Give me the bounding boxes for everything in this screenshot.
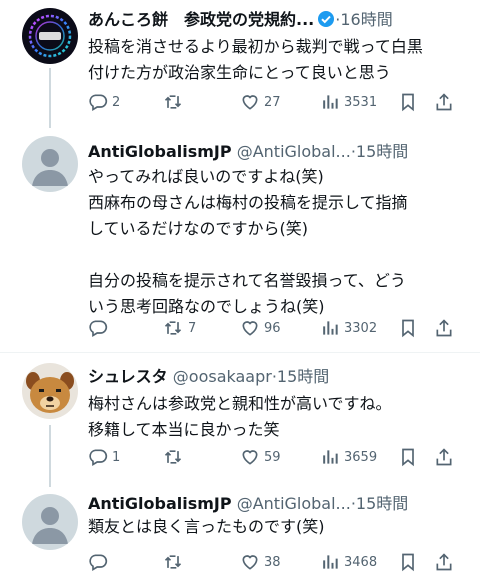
avatar[interactable]: [22, 136, 78, 192]
views-chart-icon: [323, 450, 338, 464]
view-count: 3302: [344, 320, 378, 336]
timestamp[interactable]: 15時間: [356, 142, 408, 161]
views-button[interactable]: 3659: [320, 445, 377, 469]
user-handle[interactable]: @AntiGlobal...: [237, 494, 351, 513]
reply-button[interactable]: 2: [88, 90, 120, 114]
heart-icon: [242, 555, 258, 570]
share-button[interactable]: [434, 445, 454, 469]
view-count: 3468: [344, 554, 378, 570]
heart-icon: [242, 321, 258, 336]
view-count: 3659: [344, 449, 378, 465]
tweet-header: AntiGlobalismJP @AntiGlobal...·15時間: [88, 492, 472, 516]
action-bar: 1 59 3659: [88, 445, 468, 469]
retweet-button[interactable]: 7: [162, 316, 196, 340]
timestamp[interactable]: 15時間: [356, 494, 408, 513]
bookmark-icon: [402, 93, 414, 112]
user-handle[interactable]: @oosakaapr: [173, 367, 272, 386]
default-profile-icon: [32, 149, 68, 186]
retweet-icon: [164, 450, 182, 464]
like-count: 59: [264, 449, 281, 465]
tweet-header: AntiGlobalismJP @AntiGlobal...·15時間: [88, 140, 472, 164]
tweet-4[interactable]: AntiGlobalismJP @AntiGlobal...·15時間 類友とは…: [0, 486, 480, 586]
views-button[interactable]: 3468: [320, 550, 377, 574]
share-icon: [436, 319, 452, 337]
tweet-header: シュレスタ @oosakaapr·15時間: [88, 365, 472, 389]
display-name[interactable]: シュレスタ: [88, 367, 168, 386]
tweet-3[interactable]: シュレスタ @oosakaapr·15時間 梅村さんは参政党と親和性が高いですね…: [0, 353, 480, 487]
retweet-count: 7: [188, 320, 197, 336]
share-button[interactable]: [434, 316, 454, 340]
timestamp[interactable]: 16時間: [340, 10, 392, 29]
share-button[interactable]: [434, 550, 454, 574]
bookmark-icon: [402, 319, 414, 338]
tweet-header: あんころ餅 参政党の党規約... ·16時間: [88, 8, 472, 32]
bookmark-icon: [402, 448, 414, 467]
share-icon: [436, 93, 452, 111]
retweet-icon: [164, 321, 182, 335]
bookmark-icon: [402, 553, 414, 572]
bookmark-button[interactable]: [398, 550, 418, 574]
action-bar: 38 3468: [88, 550, 468, 574]
display-name[interactable]: AntiGlobalismJP: [88, 494, 232, 513]
like-button[interactable]: 27: [240, 90, 281, 114]
verified-badge-icon: [317, 10, 335, 32]
bookmark-button[interactable]: [398, 445, 418, 469]
views-chart-icon: [323, 555, 338, 569]
action-bar: 7 96 3302: [88, 316, 468, 340]
thread-line: [49, 68, 51, 128]
bear-face-icon: [26, 372, 74, 413]
display-name[interactable]: AntiGlobalismJP: [88, 142, 232, 161]
tweet-text: やってみれば良いのですよね(笑) 西麻布の母さんは梅村の投稿を提示して指摘 して…: [88, 167, 408, 316]
bookmark-button[interactable]: [398, 90, 418, 114]
reply-icon: [89, 554, 108, 571]
share-icon: [436, 553, 452, 571]
heart-icon: [242, 450, 258, 465]
views-button[interactable]: 3302: [320, 316, 377, 340]
like-button[interactable]: 59: [240, 445, 281, 469]
thread-line: [49, 425, 51, 487]
tweet-text: 類友とは良く言ったものです(笑): [88, 517, 325, 536]
views-chart-icon: [323, 95, 338, 109]
retweet-icon: [164, 555, 182, 569]
like-count: 96: [264, 320, 281, 336]
reply-count: 1: [112, 449, 121, 465]
reply-button[interactable]: [88, 550, 112, 574]
reply-count: 2: [112, 94, 121, 110]
action-bar: 2 27 3531: [88, 90, 468, 114]
tweet-1[interactable]: あんころ餅 参政党の党規約... ·16時間 投稿を消させるより最初から裁判で戦っ…: [0, 0, 480, 128]
avatar[interactable]: [22, 363, 78, 419]
user-handle[interactable]: @AntiGlobal...: [237, 142, 351, 161]
retweet-button[interactable]: [162, 90, 188, 114]
avatar[interactable]: [22, 8, 78, 64]
retweet-button[interactable]: [162, 550, 188, 574]
tweet-2[interactable]: AntiGlobalismJP @AntiGlobal...·15時間 やってみ…: [0, 128, 480, 350]
tweet-text: 投稿を消させるより最初から裁判で戦って白黒 付けた方が政治家生命にとって良いと思…: [88, 37, 423, 82]
retweet-button[interactable]: [162, 445, 188, 469]
timestamp[interactable]: 15時間: [277, 367, 329, 386]
view-count: 3531: [344, 94, 378, 110]
like-count: 27: [264, 94, 281, 110]
like-button[interactable]: 38: [240, 550, 281, 574]
bookmark-button[interactable]: [398, 316, 418, 340]
views-button[interactable]: 3531: [320, 90, 377, 114]
reply-icon: [89, 320, 108, 337]
retweet-icon: [164, 95, 182, 109]
heart-icon: [242, 95, 258, 110]
avatar[interactable]: [22, 494, 78, 550]
display-name[interactable]: あんころ餅 参政党の党規約...: [88, 10, 314, 29]
reply-icon: [89, 449, 108, 466]
share-button[interactable]: [434, 90, 454, 114]
reply-icon: [89, 94, 108, 111]
tweet-text: 梅村さんは参政党と親和性が高いですね。 移籍して本当に良かった笑: [88, 394, 392, 439]
audio-logo-icon: [28, 14, 72, 58]
default-profile-icon: [32, 507, 68, 544]
like-button[interactable]: 96: [240, 316, 281, 340]
share-icon: [436, 448, 452, 466]
reply-button[interactable]: 1: [88, 445, 120, 469]
like-count: 38: [264, 554, 281, 570]
views-chart-icon: [323, 321, 338, 335]
reply-button[interactable]: [88, 316, 112, 340]
